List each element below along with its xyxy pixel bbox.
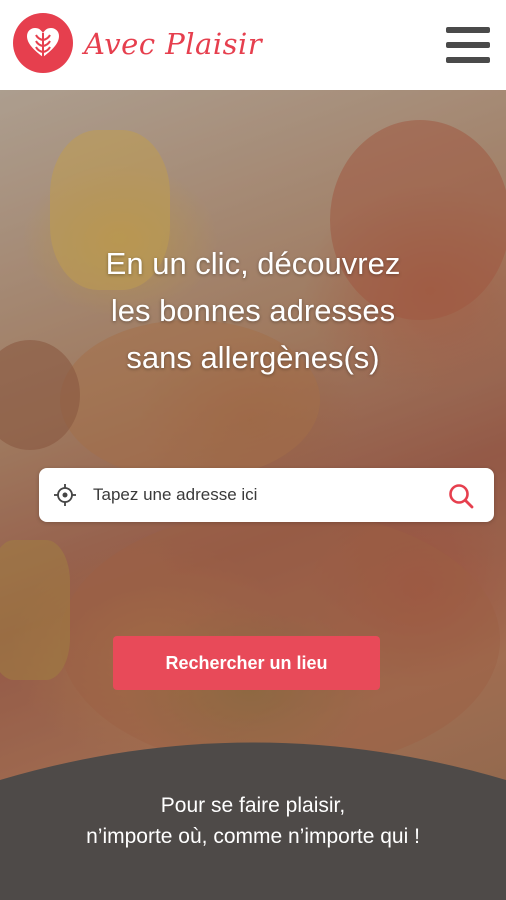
- search-icon[interactable]: [447, 482, 475, 510]
- heart-wheat-icon: [27, 28, 59, 63]
- headline-line: sans allergènes(s): [126, 340, 380, 375]
- footer-tagline: Pour se faire plaisir, n’importe où, com…: [0, 790, 506, 852]
- headline-line: les bonnes adresses: [110, 293, 396, 328]
- menu-bar: [446, 57, 490, 63]
- brand-logo[interactable]: [13, 13, 73, 73]
- headline-line: En un clic, découvrez: [105, 246, 401, 281]
- tagline-line: Pour se faire plaisir,: [160, 794, 346, 817]
- brand-name: Avec Plaisir: [84, 27, 263, 61]
- tagline-line: n’importe où, comme n’importe qui !: [86, 825, 420, 848]
- menu-bar: [446, 27, 490, 33]
- search-place-button[interactable]: Rechercher un lieu: [113, 636, 380, 690]
- address-search-input[interactable]: [93, 478, 433, 512]
- crosshair-location-icon[interactable]: [53, 483, 77, 507]
- glass-decoration: [0, 540, 70, 680]
- top-app-bar: Avec Plaisir: [0, 0, 506, 90]
- menu-bar: [446, 42, 490, 48]
- address-search-box: [39, 468, 494, 522]
- hamburger-menu-icon[interactable]: [444, 24, 492, 66]
- hero-headline: En un clic, découvrez les bonnes adresse…: [40, 240, 466, 381]
